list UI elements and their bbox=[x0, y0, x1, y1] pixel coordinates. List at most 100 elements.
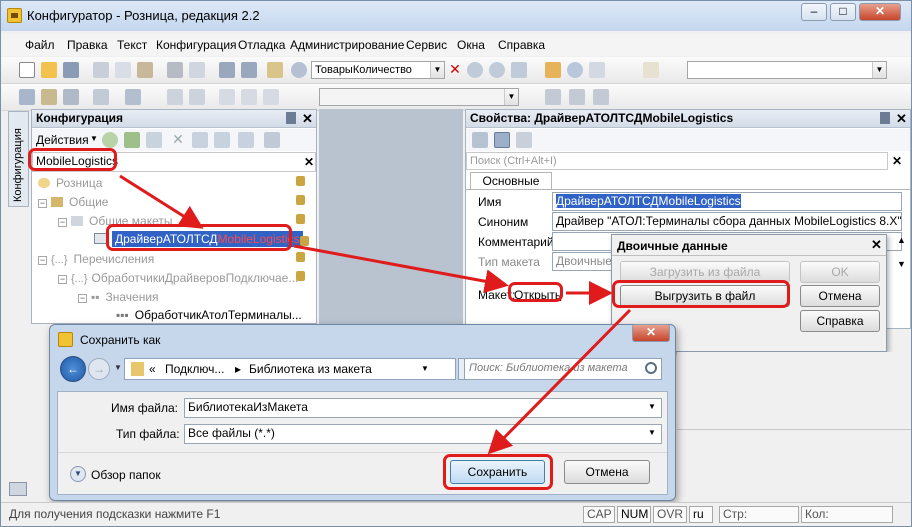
load-from-file-button[interactable]: Загрузить из файла bbox=[620, 261, 790, 283]
filetype-select[interactable]: Все файлы (*.*) bbox=[184, 424, 662, 444]
name-field[interactable]: ДрайверАТОЛТСДMobileLogistics bbox=[552, 192, 902, 211]
copy-item-icon[interactable] bbox=[146, 132, 162, 148]
menu-service[interactable]: Сервис bbox=[406, 38, 447, 52]
format-icon[interactable] bbox=[219, 89, 235, 105]
chevron-down-icon[interactable]: ▼ bbox=[504, 89, 518, 105]
move-up-icon[interactable] bbox=[192, 132, 208, 148]
db-icon[interactable] bbox=[63, 89, 79, 105]
tree-item-values[interactable]: − ▪▪ Значения bbox=[78, 290, 159, 304]
tree-item-enums[interactable]: − {...} Перечисления bbox=[38, 252, 154, 266]
clear-search-icon[interactable]: ✕ bbox=[892, 154, 902, 168]
secondary-combo[interactable]: ▼ bbox=[687, 61, 887, 79]
update-icon[interactable] bbox=[93, 89, 109, 105]
filter-icon[interactable] bbox=[264, 132, 280, 148]
synonym-field[interactable]: Драйвер "АТОЛ:Терминалы сбора данных Mob… bbox=[552, 212, 902, 231]
back-button[interactable]: ← bbox=[60, 356, 86, 382]
breakpoint-icon[interactable] bbox=[167, 89, 183, 105]
copy-icon[interactable] bbox=[115, 62, 131, 78]
close-dialog-button[interactable]: ✕ bbox=[632, 324, 670, 342]
filename-input[interactable]: БиблиотекаИзМакета bbox=[184, 398, 662, 418]
help-button[interactable]: Справка bbox=[800, 310, 880, 332]
modules-icon[interactable] bbox=[41, 89, 57, 105]
minimize-button[interactable]: – bbox=[801, 3, 827, 21]
folder-search-input[interactable]: Поиск: Библиотека из макета bbox=[464, 358, 662, 380]
collapse-icon[interactable]: − bbox=[38, 199, 47, 208]
scroll-up-icon[interactable]: ▲ bbox=[897, 235, 906, 245]
menu-file[interactable]: Файл bbox=[25, 38, 55, 52]
breadcrumb-item-2[interactable]: Библиотека из макета bbox=[249, 362, 372, 376]
alpha-sort-icon[interactable] bbox=[516, 132, 532, 148]
ok-button[interactable]: OK bbox=[800, 261, 880, 283]
panel-close-icon[interactable]: ✕ bbox=[302, 111, 313, 127]
panel-pin-icon[interactable] bbox=[880, 112, 890, 124]
chevron-down-icon[interactable]: ▼ bbox=[114, 363, 122, 372]
hand-icon[interactable] bbox=[643, 62, 659, 78]
actions-dropdown[interactable]: Действия bbox=[36, 133, 89, 147]
collapse-icon[interactable]: − bbox=[58, 275, 67, 284]
find-prev-icon[interactable] bbox=[489, 62, 505, 78]
tab-main[interactable]: Основные bbox=[470, 172, 552, 190]
clear-search-icon[interactable]: ✕ bbox=[447, 62, 463, 78]
cut-icon[interactable] bbox=[93, 62, 109, 78]
menu-text[interactable]: Текст bbox=[117, 38, 147, 52]
undo-icon[interactable] bbox=[219, 62, 235, 78]
clear-search-icon[interactable]: ✕ bbox=[304, 155, 314, 169]
menu-help[interactable]: Справка bbox=[498, 38, 545, 52]
maximize-button[interactable]: □ bbox=[830, 3, 856, 21]
chevron-down-icon[interactable]: ▼ bbox=[430, 62, 444, 78]
redo-icon[interactable] bbox=[241, 62, 257, 78]
forward-button[interactable]: → bbox=[88, 358, 110, 380]
wizard-icon[interactable] bbox=[545, 62, 561, 78]
menu-windows[interactable]: Окна bbox=[457, 38, 485, 52]
bookmark-icon[interactable] bbox=[589, 62, 605, 78]
collapse-icon[interactable]: − bbox=[78, 294, 87, 303]
cancel-button[interactable]: Отмена bbox=[564, 460, 650, 484]
panel-close-icon[interactable]: ✕ bbox=[896, 111, 907, 127]
move-down-icon[interactable] bbox=[214, 132, 230, 148]
menu-edit[interactable]: Правка bbox=[67, 38, 108, 52]
print-icon[interactable] bbox=[167, 62, 183, 78]
tree-item-handlers[interactable]: − {...} ОбработчикиДрайверовПодключае... bbox=[58, 271, 298, 285]
new-file-icon[interactable] bbox=[19, 62, 35, 78]
replace-icon[interactable] bbox=[511, 62, 527, 78]
browse-folders-toggle-icon[interactable]: ▼ bbox=[70, 466, 86, 482]
search-icon[interactable] bbox=[291, 62, 307, 78]
breadcrumb-item-1[interactable]: Подключ... bbox=[165, 362, 224, 376]
step-icon[interactable] bbox=[189, 89, 205, 105]
scroll-down-icon[interactable]: ▼ bbox=[897, 259, 906, 269]
categories-icon[interactable] bbox=[472, 132, 488, 148]
edit-icon[interactable] bbox=[124, 132, 140, 148]
save-icon[interactable] bbox=[63, 62, 79, 78]
cancel-button[interactable]: Отмена bbox=[800, 285, 880, 307]
browse-folders-label[interactable]: Обзор папок bbox=[91, 468, 161, 482]
tree-item-common[interactable]: − Общие bbox=[38, 195, 108, 209]
preview-icon[interactable] bbox=[189, 62, 205, 78]
collapse-icon[interactable]: − bbox=[38, 256, 47, 265]
panel-pin-icon[interactable] bbox=[286, 112, 296, 124]
uncomment-icon[interactable] bbox=[263, 89, 279, 105]
side-tab-configuration[interactable]: Конфигурация bbox=[8, 111, 29, 207]
properties-search-input[interactable]: Поиск (Ctrl+Alt+I) bbox=[466, 152, 888, 170]
module-combo[interactable]: ▼ bbox=[319, 88, 519, 106]
procedure-icon[interactable] bbox=[545, 89, 561, 105]
chevron-down-icon[interactable]: ▼ bbox=[90, 134, 98, 143]
tree-item-driver-layout[interactable]: ДрайверАТОЛТСДMobileLogistics bbox=[94, 231, 303, 247]
breadcrumb-overflow[interactable]: « bbox=[149, 362, 156, 376]
export-to-file-button[interactable]: Выгрузить в файл bbox=[620, 285, 790, 307]
find-in-icon[interactable] bbox=[267, 62, 283, 78]
add-icon[interactable] bbox=[102, 132, 118, 148]
sort-icon[interactable] bbox=[238, 132, 254, 148]
menu-debug[interactable]: Отладка bbox=[238, 38, 285, 52]
chevron-down-icon[interactable]: ▼ bbox=[648, 428, 656, 437]
address-dropdown-icon[interactable]: ▼ bbox=[421, 364, 429, 373]
address-bar[interactable]: « Подключ... ▸ Библиотека из макета ▼ bbox=[124, 358, 456, 380]
open-folder-icon[interactable] bbox=[41, 62, 57, 78]
open-link[interactable]: Открыть bbox=[514, 288, 561, 302]
chevron-down-icon[interactable]: ▼ bbox=[872, 62, 886, 78]
debug-icon[interactable] bbox=[125, 89, 141, 105]
close-icon[interactable]: ✕ bbox=[871, 237, 882, 253]
save-button[interactable]: Сохранить bbox=[450, 460, 545, 484]
tree-icon[interactable] bbox=[19, 89, 35, 105]
config-search-input[interactable]: MobileLogistics bbox=[32, 152, 316, 172]
goto-icon[interactable] bbox=[569, 89, 585, 105]
